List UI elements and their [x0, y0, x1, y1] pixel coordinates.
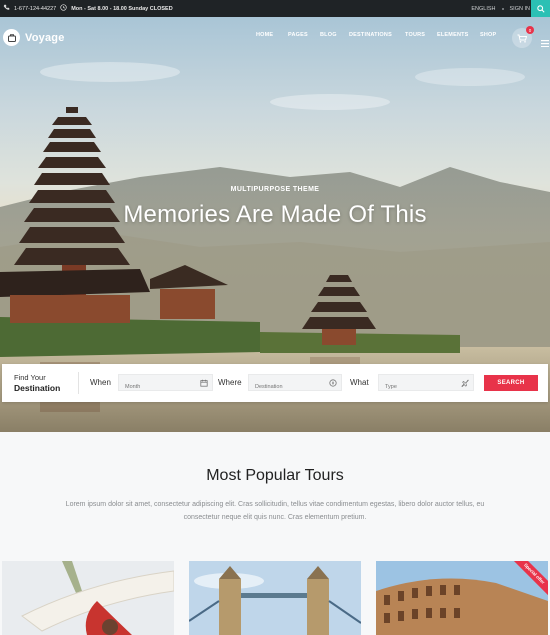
nav-item-pages[interactable]: PAGES — [288, 32, 320, 38]
colosseum-photo — [376, 561, 548, 635]
nav-item-destinations[interactable]: DESTINATIONS — [349, 32, 405, 38]
tour-card-image[interactable]: Special offer — [376, 561, 548, 635]
cart-button[interactable]: 0 — [512, 26, 534, 48]
nav-item-tours[interactable]: TOURS — [405, 32, 437, 38]
logo-text: Voyage — [25, 31, 65, 44]
tour-card-image[interactable] — [2, 561, 174, 635]
search-button[interactable]: SEARCH — [484, 375, 538, 391]
calendar-icon — [200, 379, 208, 387]
when-label: When — [90, 378, 111, 387]
clock-icon — [60, 4, 67, 13]
phone-icon — [3, 4, 10, 13]
tour-card-image[interactable] — [189, 561, 361, 635]
type-input[interactable] — [379, 379, 473, 395]
compass-icon — [329, 379, 337, 387]
opening-hours: Mon - Sat 8.00 - 18.00 Sunday CLOSED — [71, 5, 173, 12]
tower-bridge-photo — [189, 561, 361, 635]
what-label: What — [350, 378, 369, 387]
month-field[interactable] — [118, 374, 213, 395]
section-title: Most Popular Tours — [206, 467, 344, 484]
hammock-photo — [2, 561, 174, 635]
main-navigation: HOME PAGES BLOG DESTINATIONS TOURS ELEME… — [256, 32, 508, 38]
phone-number[interactable]: 1-677-124-44227 — [14, 6, 56, 12]
cart-count-badge: 0 — [526, 26, 534, 34]
separator-dot — [501, 7, 504, 10]
find-label-line2: Destination — [14, 383, 61, 393]
nav-item-shop[interactable]: SHOP — [480, 32, 508, 38]
destination-field[interactable] — [248, 374, 342, 395]
tour-search-bar: Find Your Destination When Where What SE… — [2, 364, 548, 402]
section-description: Lorem ipsum dolor sit amet, consectetur … — [65, 501, 485, 521]
nav-item-elements[interactable]: ELEMENTS — [437, 32, 480, 38]
where-label: Where — [218, 378, 242, 387]
language-selector[interactable]: ENGLISH — [471, 6, 495, 12]
find-destination-label: Find Your Destination — [14, 372, 60, 394]
plane-icon — [461, 379, 469, 387]
find-label-line1: Find Your — [14, 373, 46, 382]
destination-input[interactable] — [249, 379, 341, 395]
menu-icon[interactable] — [541, 34, 549, 48]
search-icon — [536, 4, 545, 13]
top-bar: 1-677-124-44227 Mon - Sat 8.00 - 18.00 S… — [0, 0, 550, 17]
month-input[interactable] — [119, 379, 212, 395]
suitcase-icon — [3, 29, 20, 46]
nav-item-home[interactable]: HOME — [256, 32, 288, 38]
sign-in-link[interactable]: SIGN IN — [510, 6, 530, 12]
hero-headline: Memories Are Made Of This — [123, 201, 427, 228]
type-field[interactable] — [378, 374, 474, 395]
cart-icon — [517, 34, 527, 43]
divider — [78, 372, 79, 394]
nav-item-blog[interactable]: BLOG — [320, 32, 349, 38]
top-search-button[interactable] — [531, 0, 550, 17]
site-logo[interactable]: Voyage — [3, 29, 65, 46]
hero-kicker: MULTIPURPOSE THEME — [230, 186, 320, 193]
